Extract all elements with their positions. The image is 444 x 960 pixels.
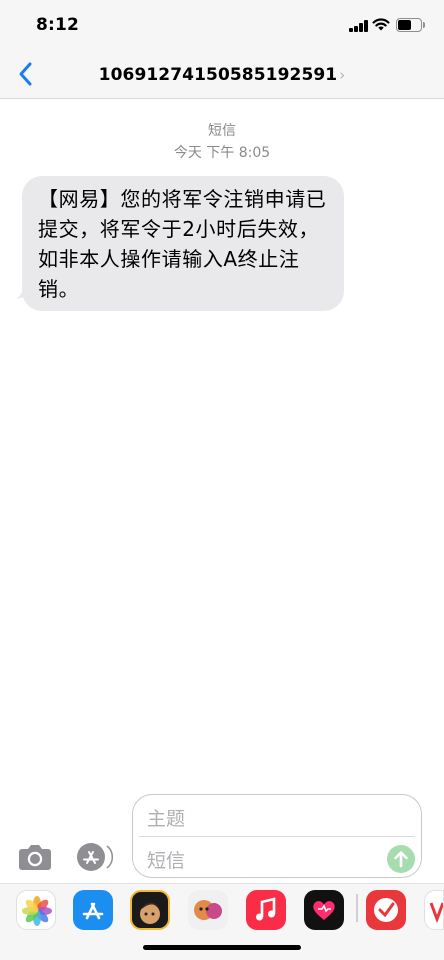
wifi-icon xyxy=(372,18,390,31)
message-timestamp: 今天 下午 8:05 xyxy=(173,145,271,161)
status-bar: 8:12 xyxy=(0,0,444,48)
message-field[interactable]: 短信 xyxy=(147,846,185,873)
conversation-header: 10691274150585192591 › xyxy=(0,48,444,99)
status-time: 8:12 xyxy=(36,15,80,35)
camera-icon[interactable] xyxy=(18,843,52,871)
animoji-icon[interactable] xyxy=(188,890,228,930)
music-icon[interactable] xyxy=(246,890,286,930)
composer-divider xyxy=(139,836,415,837)
message-composer[interactable]: 主题 短信 xyxy=(132,794,422,878)
incoming-message-bubble[interactable]: 【网易】您的将军令注销申请已提交，将军令于2小时后失效，如非本人操作请输入A终止… xyxy=(22,176,344,311)
memoji-icon[interactable] xyxy=(130,890,170,930)
service-label: 短信 xyxy=(208,123,236,139)
fitness-heart-icon[interactable] xyxy=(304,890,344,930)
arrow-up-icon xyxy=(394,851,408,868)
bubble-tail xyxy=(16,278,36,299)
partial-app-icon[interactable] xyxy=(424,890,444,930)
contact-name[interactable]: 10691274150585192591 › xyxy=(0,65,444,85)
chevron-right-icon: › xyxy=(339,66,346,84)
subject-field[interactable]: 主题 xyxy=(147,804,185,831)
red-app-icon[interactable] xyxy=(366,890,406,930)
cellular-signal-icon xyxy=(349,20,369,32)
contact-number: 10691274150585192591 xyxy=(98,65,338,85)
app-store-toggle-icon[interactable] xyxy=(76,842,114,872)
message-text: 【网易】您的将军令注销申请已提交，将军令于2小时后失效，如非本人操作请输入A终止… xyxy=(38,187,327,301)
photos-icon[interactable] xyxy=(16,890,56,930)
thread-meta: 短信 今天 下午 8:05 xyxy=(0,120,444,164)
top-bar: 8:12 10691274150585192591 › xyxy=(0,0,444,99)
home-indicator[interactable] xyxy=(143,945,301,950)
battery-icon xyxy=(396,18,426,32)
send-button[interactable] xyxy=(387,845,415,873)
app-store-icon[interactable] xyxy=(73,890,113,930)
drawer-separator xyxy=(356,894,358,922)
